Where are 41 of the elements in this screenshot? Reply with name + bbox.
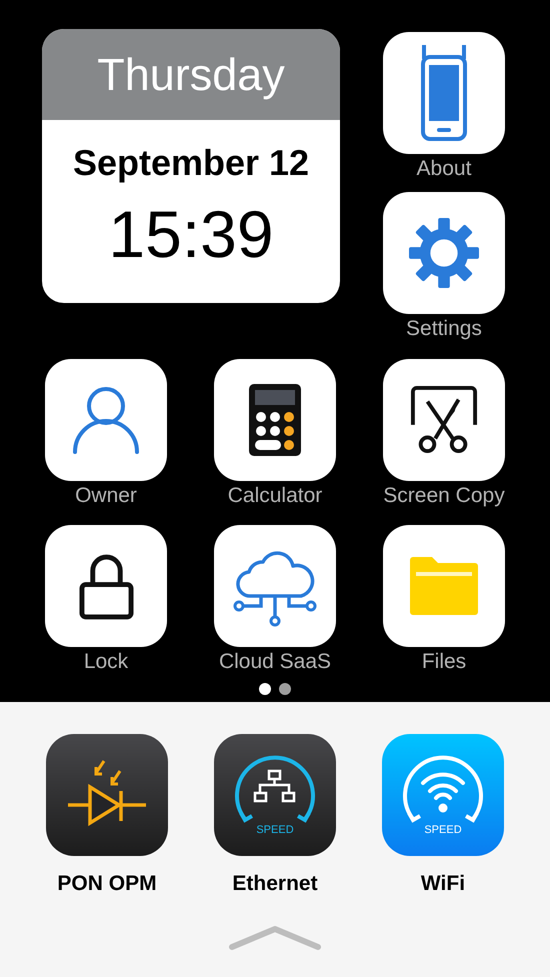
- app-label: Ethernet: [232, 871, 318, 897]
- folder-icon: [410, 557, 478, 615]
- app-label: Files: [422, 649, 466, 675]
- calculator-icon: [249, 384, 301, 456]
- app-tile[interactable]: [383, 192, 505, 314]
- speed-label: SPEED: [424, 824, 462, 836]
- phone-icon: [420, 45, 468, 141]
- page-dot[interactable]: [279, 683, 291, 695]
- app-label: Owner: [75, 483, 137, 509]
- app-tile[interactable]: SPEED: [382, 734, 504, 856]
- time-text: 15:39: [108, 196, 274, 272]
- app-tile[interactable]: [214, 525, 336, 647]
- app-tile[interactable]: [45, 525, 167, 647]
- speed-gauge-icon: [403, 756, 483, 823]
- speed-gauge-icon: [235, 756, 315, 823]
- speed-label: SPEED: [256, 824, 294, 836]
- page-dot[interactable]: [259, 683, 271, 695]
- app-label: Calculator: [228, 483, 322, 509]
- app-label: Screen Copy: [383, 483, 505, 509]
- app-label: PON OPM: [57, 871, 157, 897]
- app-tile[interactable]: [45, 359, 167, 481]
- settings-icon: [409, 218, 479, 288]
- weekday-text: Thursday: [97, 48, 285, 100]
- app-label: Lock: [84, 649, 128, 675]
- app-label: About: [416, 156, 472, 182]
- date-text: September 12: [72, 142, 310, 184]
- app-tile[interactable]: [46, 734, 168, 856]
- app-label: Cloud SaaS: [218, 649, 332, 675]
- app-label: WiFi: [420, 871, 466, 897]
- app-tile[interactable]: [383, 32, 505, 154]
- app-tile[interactable]: [214, 359, 336, 481]
- app-label: Settings: [406, 316, 482, 342]
- scissors-icon: [410, 386, 478, 454]
- app-tile[interactable]: [383, 359, 505, 481]
- clock-card[interactable]: Thursday September 12 15:39: [42, 29, 340, 303]
- wifi-icon: [421, 772, 465, 812]
- app-tile[interactable]: SPEED: [214, 734, 336, 856]
- person-icon: [72, 386, 140, 454]
- network-icon: [254, 770, 296, 802]
- lock-icon: [78, 552, 134, 620]
- app-tile[interactable]: [383, 525, 505, 647]
